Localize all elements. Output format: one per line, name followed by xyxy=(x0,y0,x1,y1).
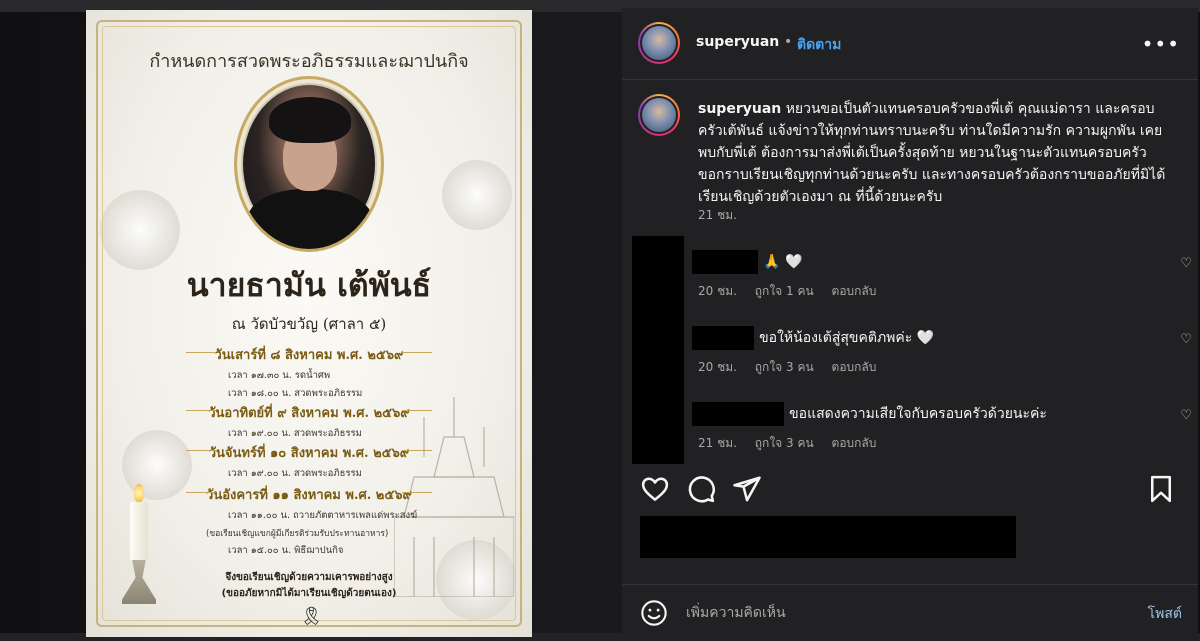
comment-item: ขอให้น้องเต้สู่สุขคติภพค่ะ 🤍 20 ชม. ถูกใ… xyxy=(692,326,1192,377)
schedule-line: เวลา ๑๗.๓๐ น. รดน้ำศพ xyxy=(228,370,331,381)
heart-icon[interactable]: ♡ xyxy=(1180,408,1192,423)
redacted-username xyxy=(692,326,754,350)
comment-time[interactable]: 20 ชม. xyxy=(698,360,737,374)
mourning-ribbon-icon: 🎗 xyxy=(300,606,323,627)
post-caption: superyuan หยวนขอเป็นตัวแทนครอบครัวของพี่… xyxy=(698,98,1168,208)
action-bar xyxy=(622,470,1198,510)
caption-username[interactable]: superyuan xyxy=(698,101,781,117)
deceased-name: นายธามัน เต้พันธ์ xyxy=(186,266,432,304)
caption-avatar[interactable] xyxy=(638,94,680,136)
redacted-username xyxy=(692,402,784,426)
schedule-block: วันอาทิตย์ที่ ๙ สิงหาคม พ.ศ. ๒๕๖๙ เวลา ๑… xyxy=(86,402,532,441)
schedule-block: วันจันทร์ที่ ๑๐ สิงหาคม พ.ศ. ๒๕๖๙ เวลา ๑… xyxy=(86,442,532,481)
post-image[interactable]: กำหนดการสวดพระอภิธรรมและฌาปนกิจ นายธามัน… xyxy=(86,10,532,637)
comment-meta: 21 ชม. ถูกใจ 3 คน ตอบกลับ xyxy=(692,434,1182,453)
comment-time[interactable]: 20 ชม. xyxy=(698,284,737,298)
portrait-frame xyxy=(234,76,384,252)
comment-input[interactable] xyxy=(686,601,1106,625)
save-icon[interactable] xyxy=(1146,474,1176,504)
schedule-line: เวลา ๑๙.๐๐ น. สวดพระอภิธรรม xyxy=(228,428,362,439)
post-side-panel: superyuan • ติดตาม ••• superyuan หยวนขอเ… xyxy=(622,8,1198,641)
follow-button[interactable]: ติดตาม xyxy=(797,34,841,56)
comment-likes[interactable]: ถูกใจ 3 คน xyxy=(755,436,814,450)
caption-timestamp[interactable]: 21 ชม. xyxy=(698,206,737,225)
schedule-block: วันเสาร์ที่ ๘ สิงหาคม พ.ศ. ๒๕๖๙ เวลา ๑๗.… xyxy=(86,344,532,401)
schedule-line: เวลา ๑๙.๐๐ น. สวดพระอภิธรรม xyxy=(228,468,362,479)
schedule-day: วันเสาร์ที่ ๘ สิงหาคม พ.ศ. ๒๕๖๙ xyxy=(86,344,532,365)
emoji-icon[interactable] xyxy=(640,599,668,627)
card-title: กำหนดการสวดพระอภิธรรมและฌาปนกิจ xyxy=(149,51,469,72)
post-header: superyuan • ติดตาม ••• xyxy=(622,8,1198,80)
portrait-photo xyxy=(243,85,375,249)
separator-dot: • xyxy=(784,34,793,50)
like-icon[interactable] xyxy=(640,474,670,504)
more-icon[interactable]: ••• xyxy=(1142,32,1180,56)
reply-button[interactable]: ตอบกลับ xyxy=(832,436,877,450)
redacted-username xyxy=(692,250,758,274)
post-button[interactable]: โพสต์ xyxy=(1148,603,1182,625)
heart-icon[interactable]: ♡ xyxy=(1180,256,1192,271)
redacted-avatars xyxy=(632,236,684,464)
comment-text: ขอให้น้องเต้สู่สุขคติภพค่ะ 🤍 xyxy=(759,330,935,346)
comment-meta: 20 ชม. ถูกใจ 3 คน ตอบกลับ xyxy=(692,358,1182,377)
candle-illustration xyxy=(120,480,160,610)
share-icon[interactable] xyxy=(732,474,762,504)
comment-item: ขอแสดงความเสียใจกับครอบครัวด้วยนะค่ะ 21 … xyxy=(692,402,1192,453)
comment-meta: 20 ชม. ถูกใจ 1 คน ตอบกลับ xyxy=(692,282,1182,301)
add-comment-bar: โพสต์ xyxy=(622,584,1198,640)
comment-likes[interactable]: ถูกใจ 1 คน xyxy=(755,284,814,298)
schedule-day: วันจันทร์ที่ ๑๐ สิงหาคม พ.ศ. ๒๕๖๙ xyxy=(86,442,532,463)
comment-text: 🙏 🤍 xyxy=(763,254,803,270)
heart-icon[interactable]: ♡ xyxy=(1180,332,1192,347)
venue-text: ณ วัดบัวขวัญ (ศาลา ๕) xyxy=(231,315,387,333)
comment-item: 🙏 🤍 20 ชม. ถูกใจ 1 คน ตอบกลับ ♡ xyxy=(692,250,1192,301)
comment-icon[interactable] xyxy=(686,474,716,504)
schedule-line: เวลา ๑๘.๐๐ น. สวดพระอภิธรรม xyxy=(228,388,363,399)
reply-button[interactable]: ตอบกลับ xyxy=(832,284,877,298)
schedule-day: วันอาทิตย์ที่ ๙ สิงหาคม พ.ศ. ๒๕๖๙ xyxy=(86,402,532,423)
redacted-likes-summary xyxy=(640,516,1016,558)
reply-button[interactable]: ตอบกลับ xyxy=(832,360,877,374)
comment-time[interactable]: 21 ชม. xyxy=(698,436,737,450)
avatar[interactable] xyxy=(638,22,680,64)
header-username[interactable]: superyuan xyxy=(696,34,779,50)
comment-text: ขอแสดงความเสียใจกับครอบครัวด้วยนะค่ะ xyxy=(789,406,1047,422)
comment-likes[interactable]: ถูกใจ 3 คน xyxy=(755,360,814,374)
